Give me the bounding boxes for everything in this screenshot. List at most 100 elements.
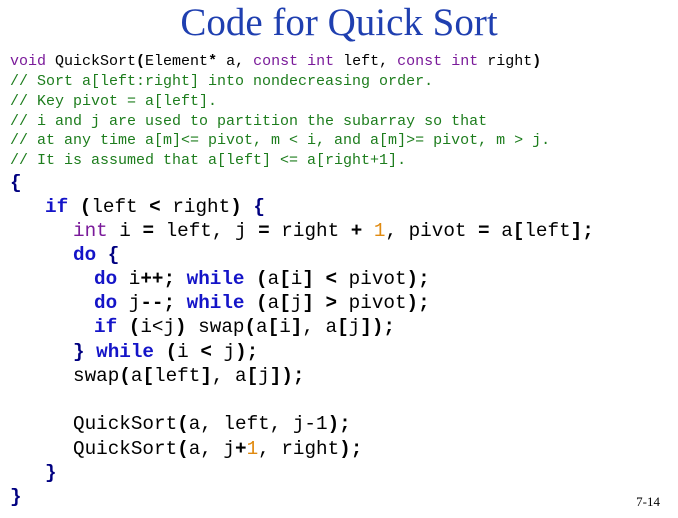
bracket: ] — [269, 365, 282, 387]
do-keyword: do — [73, 244, 97, 266]
bracket: ] — [302, 268, 314, 290]
conditional-swap-line: if (i<j) swap(a[i], a[j]); — [94, 315, 395, 339]
recursive-call-left: QuickSort(a, left, j-1); — [73, 412, 351, 436]
condition: i<j — [140, 316, 176, 338]
int-keyword: int — [307, 53, 335, 70]
operator: -- — [140, 292, 164, 314]
identifier: pivot — [337, 292, 407, 314]
identifier: , a — [211, 365, 247, 387]
if-statement: if (left < right) { — [45, 195, 265, 219]
param-a: a, — [217, 53, 254, 70]
function-close-brace: } — [10, 486, 22, 508]
bracket: [ — [279, 268, 291, 290]
identifier: left, j — [154, 220, 259, 242]
semicolon: ; — [582, 220, 594, 242]
brace: { — [241, 196, 265, 218]
bracket: ] — [200, 365, 212, 387]
identifier: i — [107, 220, 143, 242]
identifier: right — [160, 196, 231, 218]
operator: = — [258, 220, 270, 242]
identifier: a — [130, 365, 143, 387]
param-left: left, — [334, 53, 398, 70]
bracket: [ — [337, 316, 349, 338]
paren: ( — [68, 196, 92, 218]
while-keyword: while — [84, 341, 155, 363]
identifier: a — [267, 292, 280, 314]
identifier: j — [117, 292, 141, 314]
semicolon: ; — [163, 268, 187, 290]
paren: ( — [154, 341, 178, 363]
slide-title: Code for Quick Sort — [180, 1, 498, 44]
paren: ); — [406, 292, 430, 314]
if-close-brace: } — [45, 462, 57, 484]
paren: ); — [339, 438, 363, 460]
paren: ); — [281, 365, 305, 387]
bracket: [ — [512, 220, 525, 242]
comment-line: // Sort a[left:right] into nondecreasing… — [10, 73, 434, 90]
if-keyword: if — [45, 196, 69, 218]
paren: ( — [117, 316, 141, 338]
identifier: left — [154, 365, 201, 387]
brace: } — [73, 341, 85, 363]
do-keyword: do — [94, 292, 118, 314]
while-keyword: while — [186, 292, 245, 314]
operator: + — [235, 438, 247, 460]
pointer-star: * — [208, 53, 218, 70]
function-call: swap — [186, 316, 245, 338]
param-type: Element — [145, 53, 209, 70]
comment-line: // Key pivot = a[left]. — [10, 93, 218, 110]
paren: ( — [244, 316, 257, 338]
function-signature: void QuickSort(Element* a, const int lef… — [10, 52, 541, 72]
paren: ( — [244, 292, 268, 314]
while-keyword: while — [186, 268, 245, 290]
arguments: a, j — [188, 438, 236, 460]
arguments: a, left, j-1 — [188, 413, 328, 435]
do-keyword: do — [94, 268, 118, 290]
bracket: ] — [360, 316, 372, 338]
param-right: right — [478, 53, 533, 70]
paren: ); — [406, 268, 430, 290]
page-number: 7-14 — [636, 494, 660, 509]
identifier: a — [267, 268, 280, 290]
number-literal: 1 — [246, 438, 259, 460]
function-name: QuickSort — [46, 53, 137, 70]
operator: ++ — [140, 268, 164, 290]
identifier: left — [91, 196, 150, 218]
bracket: [ — [246, 365, 259, 387]
bracket: ] — [290, 316, 303, 338]
function-call: swap — [73, 365, 120, 387]
operator: < — [200, 341, 212, 363]
identifier: , pivot — [385, 220, 479, 242]
decrement-loop-line: do j--; while (a[j] > pivot); — [94, 291, 430, 315]
open-brace: { — [10, 172, 22, 194]
identifier: i — [290, 268, 303, 290]
do-open-line: do { — [73, 243, 119, 267]
semicolon: ; — [163, 292, 187, 314]
swap-pivot-line: swap(a[left], a[j]); — [73, 364, 305, 388]
function-call: QuickSort — [73, 438, 178, 460]
identifier: j — [258, 365, 270, 387]
paren: ( — [244, 268, 268, 290]
paren: ( — [177, 413, 189, 435]
brace: { — [96, 244, 120, 266]
paren-close: ) — [532, 53, 542, 70]
identifier: pivot — [337, 268, 407, 290]
paren: ) — [175, 316, 187, 338]
comment-line: // at any time a[m]<= pivot, m < i, and … — [10, 132, 551, 149]
paren: ); — [235, 341, 259, 363]
identifier: , a — [302, 316, 338, 338]
declaration-line: int i = left, j = right + 1, pivot = a[l… — [73, 219, 594, 243]
operator: < — [325, 268, 338, 290]
identifier: i — [177, 341, 201, 363]
bracket: [ — [279, 292, 291, 314]
identifier: j — [211, 341, 236, 363]
identifier: left — [524, 220, 571, 242]
paren-open: ( — [136, 53, 146, 70]
increment-loop-line: do i++; while (a[i] < pivot); — [94, 267, 430, 291]
bracket: [ — [267, 316, 280, 338]
number-literal: 1 — [373, 220, 386, 242]
paren: ); — [371, 316, 395, 338]
